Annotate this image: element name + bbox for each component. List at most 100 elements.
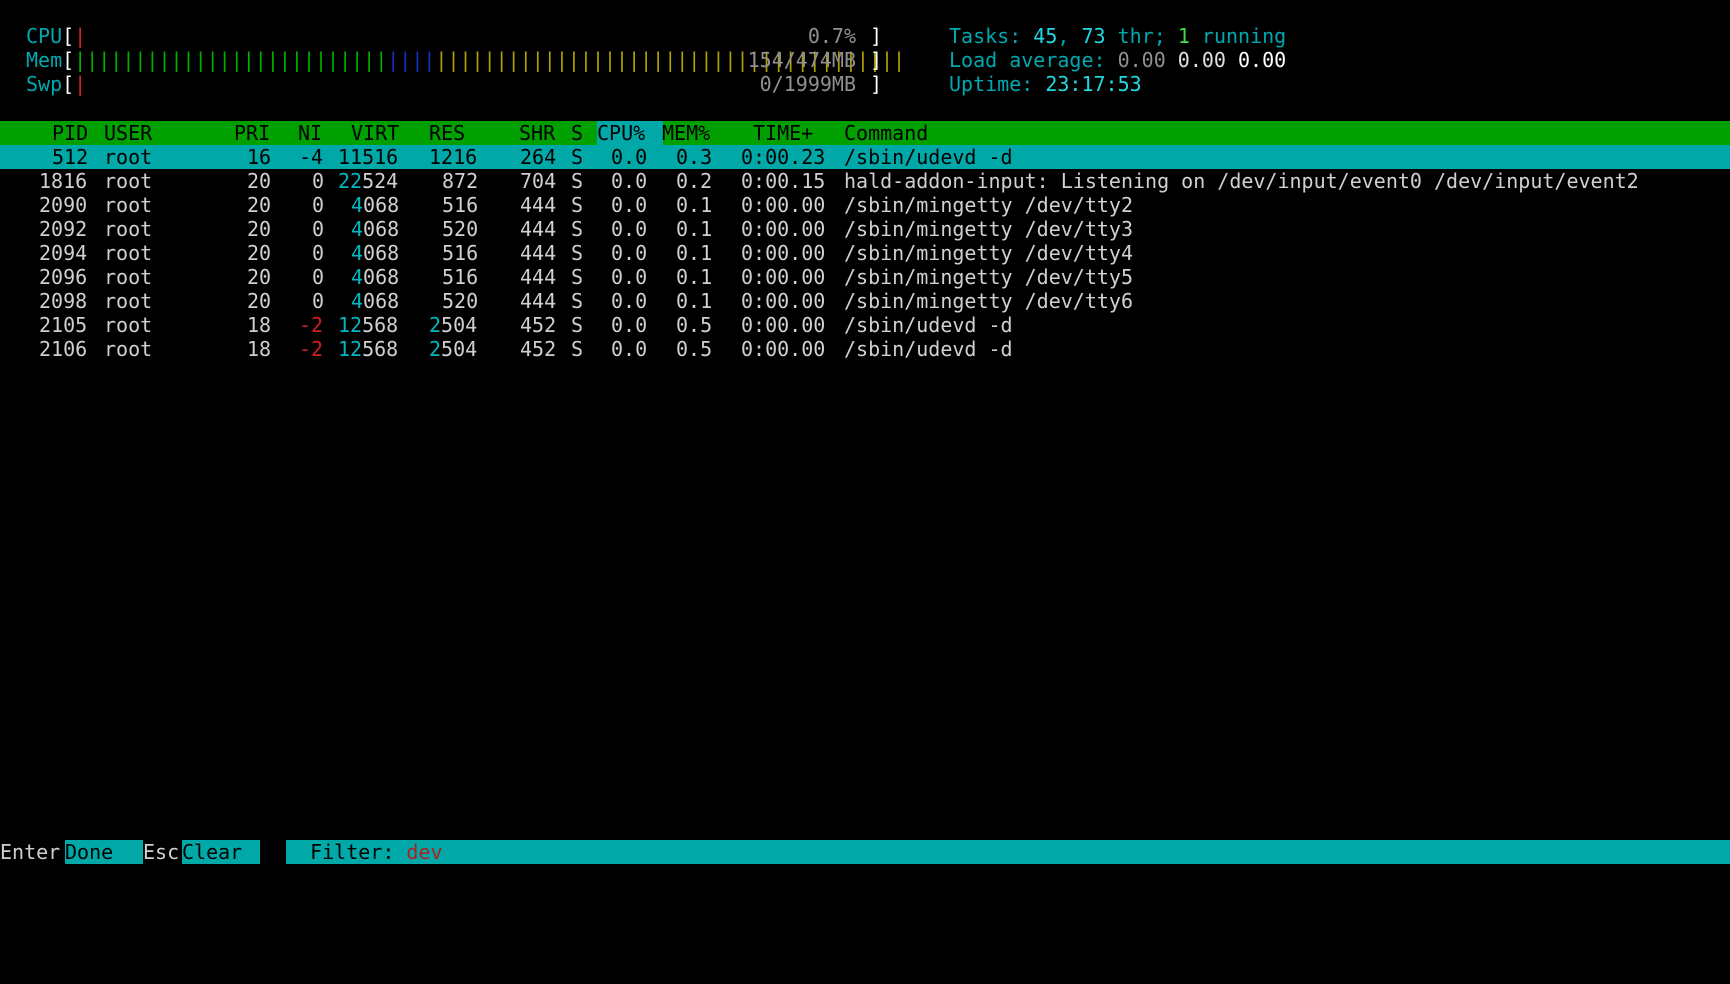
cell-user: root (104, 217, 153, 241)
cell-cpu: 0.0 (611, 169, 648, 193)
cell-pri: 20 (247, 193, 272, 217)
col-ni[interactable]: NI (298, 121, 322, 145)
table-row[interactable]: 2106 root 18 -2 12568 2504 452 S 0.0 0.5 0:00.00/s… (0, 337, 1730, 361)
cell-s: S (571, 337, 584, 361)
cell-shr: 444 (520, 241, 557, 265)
cell-virt: 4068 (351, 193, 400, 217)
cell-res: 516 (442, 193, 479, 217)
enter-key[interactable]: Enter (0, 840, 61, 864)
cell-s: S (571, 289, 584, 313)
cell-mem: 0.1 (676, 217, 713, 241)
cell-ni: 0 (312, 265, 325, 289)
cell-pid: 2092 (39, 217, 88, 241)
cell-ni: -2 (299, 337, 324, 361)
cell-shr: 264 (520, 145, 557, 169)
col-time[interactable]: TIME+ (753, 121, 813, 145)
cell-time: 0:00.00 (741, 337, 826, 361)
col-shr[interactable]: SHR (519, 121, 555, 145)
table-row-selected[interactable]: 512 root 16 -4 11516 1216 264 S 0.0 0.3 0:00.23/sb… (0, 145, 1730, 169)
table-row[interactable]: 2090 root 20 0 4068 516 444 S 0.0 0.1 0:00.00/sbin… (0, 193, 1730, 217)
cell-shr: 444 (520, 289, 557, 313)
col-virt[interactable]: VIRT (351, 121, 399, 145)
cell-res: 872 (442, 169, 479, 193)
cell-user: root (104, 337, 153, 361)
cell-cpu: 0.0 (611, 217, 648, 241)
cell-res: 2504 (429, 313, 478, 337)
cell-mem: 0.1 (676, 241, 713, 265)
cell-ni: 0 (312, 289, 325, 313)
cell-shr: 452 (520, 337, 557, 361)
cell-res: 520 (442, 289, 479, 313)
cell-cpu: 0.0 (611, 337, 648, 361)
cpu-meter-value: 0.7% (807, 24, 856, 48)
col-pri[interactable]: PRI (234, 121, 270, 145)
cell-time: 0:00.23 (741, 145, 826, 169)
cell-command: hald-addon-input: Listening on /dev/inpu… (844, 169, 1639, 193)
cell-mem: 0.1 (676, 193, 713, 217)
filter-field[interactable]: Filter: dev (286, 840, 1730, 864)
cell-pid: 2090 (39, 193, 88, 217)
cell-mem: 0.5 (676, 313, 713, 337)
cell-pri: 20 (247, 169, 272, 193)
cell-res: 516 (442, 241, 479, 265)
cell-virt: 11516 (338, 145, 399, 169)
col-mem[interactable]: MEM% (662, 121, 710, 145)
cell-s: S (571, 193, 584, 217)
cell-command: /sbin/mingetty /dev/tty6 (844, 289, 1133, 313)
clear-button[interactable]: Clear (182, 840, 260, 864)
table-row[interactable]: 2096 root 20 0 4068 516 444 S 0.0 0.1 0:00.00/sbin… (0, 265, 1730, 289)
cell-shr: 444 (520, 193, 557, 217)
cell-mem: 0.1 (676, 289, 713, 313)
table-row[interactable]: 1816 root 20 0 22524 872 704 S 0.0 0.2 0:00.15 hald… (0, 169, 1730, 193)
cell-shr: 444 (520, 265, 557, 289)
cell-s: S (571, 169, 584, 193)
cell-res: 1216 (429, 145, 478, 169)
cell-pid: 2096 (39, 265, 88, 289)
table-row[interactable]: 2094 root 20 0 4068 516 444 S 0.0 0.1 0:00.00/sbin… (0, 241, 1730, 265)
done-button[interactable]: Done (65, 840, 143, 864)
col-user[interactable]: USER (104, 121, 152, 145)
col-cpu[interactable]: CPU% (597, 121, 663, 145)
cell-pri: 16 (247, 145, 272, 169)
col-res[interactable]: RES (429, 121, 465, 145)
cell-pri: 20 (247, 289, 272, 313)
cell-command: /sbin/mingetty /dev/tty2 (844, 193, 1133, 217)
cell-res: 2504 (429, 337, 478, 361)
cell-ni: 0 (312, 241, 325, 265)
cell-ni: -4 (299, 145, 324, 169)
tasks-meter: Tasks: 45, 73 thr; 1 running (949, 24, 1287, 48)
cell-command: /sbin/udevd -d (844, 145, 1013, 169)
cell-shr: 704 (520, 169, 557, 193)
cell-mem: 0.1 (676, 265, 713, 289)
mem-meter-value: 154/474MB (747, 48, 856, 72)
table-row[interactable]: 2105 root 18 -2 12568 2504 452 S 0.0 0.5 0:00.00/s… (0, 313, 1730, 337)
cell-res: 520 (442, 217, 479, 241)
cell-pid: 2098 (39, 289, 88, 313)
cell-mem: 0.3 (676, 145, 713, 169)
col-pid[interactable]: PID (52, 121, 88, 145)
cell-res: 516 (442, 265, 479, 289)
cell-user: root (104, 193, 153, 217)
cell-s: S (571, 265, 584, 289)
cell-time: 0:00.00 (741, 193, 826, 217)
cell-cpu: 0.0 (611, 193, 648, 217)
filter-input[interactable]: dev (406, 840, 442, 864)
load-average-meter: Load average: 0.00 0.00 0.00 (949, 48, 1287, 72)
cell-ni: 0 (312, 217, 325, 241)
process-table-header: PID USER PRI NI VIRT RES SHR S CPU% MEM%… (0, 121, 1730, 145)
cell-cpu: 0.0 (611, 313, 648, 337)
cell-virt: 22524 (338, 169, 399, 193)
cell-pri: 20 (247, 265, 272, 289)
cell-mem: 0.2 (676, 169, 713, 193)
cell-s: S (571, 145, 584, 169)
col-command[interactable]: Command (844, 121, 928, 145)
cell-s: S (571, 217, 584, 241)
col-state[interactable]: S (571, 121, 583, 145)
cell-user: root (104, 241, 153, 265)
cell-time: 0:00.00 (741, 217, 826, 241)
cell-command: /sbin/mingetty /dev/tty3 (844, 217, 1133, 241)
table-row[interactable]: 2092 root 20 0 4068 520 444 S 0.0 0.1 0:00.00/sbin… (0, 217, 1730, 241)
table-row[interactable]: 2098 root 20 0 4068 520 444 S 0.0 0.1 0:00.00/sbin… (0, 289, 1730, 313)
cell-time: 0:00.00 (741, 241, 826, 265)
esc-key[interactable]: Esc (143, 840, 180, 864)
